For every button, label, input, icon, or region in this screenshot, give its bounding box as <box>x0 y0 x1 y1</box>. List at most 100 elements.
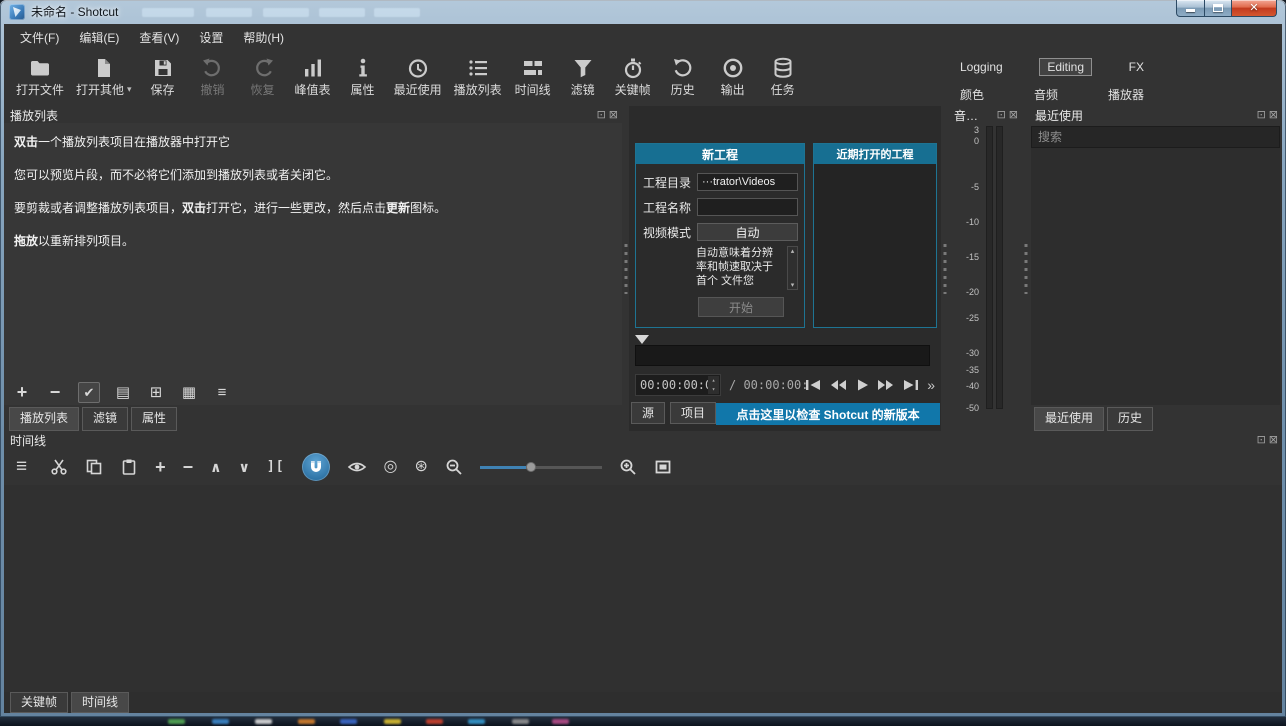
spinner-down-icon[interactable]: ▾ <box>712 386 716 393</box>
skip-previous-button[interactable] <box>804 378 822 392</box>
taskbar-app-icon[interactable] <box>512 719 529 724</box>
timeline-button[interactable]: 时间线 <box>508 53 558 99</box>
save-button[interactable]: 保存 <box>138 53 188 99</box>
tab-history[interactable]: 历史 <box>1107 407 1153 431</box>
playlist-button[interactable]: 播放列表 <box>448 53 508 99</box>
keyframes-button[interactable]: 关键帧 <box>608 53 658 99</box>
menu-settings[interactable]: 设置 <box>189 25 233 50</box>
tab-keyframes[interactable]: 关键帧 <box>10 692 68 712</box>
split-button[interactable]: ][ <box>267 460 285 473</box>
rewind-button[interactable] <box>829 378 847 392</box>
tab-recent[interactable]: 最近使用 <box>1034 407 1104 431</box>
tab-filters[interactable]: 滤镜 <box>82 407 128 431</box>
snap-toggle-button[interactable] <box>302 453 330 481</box>
zoom-fit-button[interactable] <box>654 458 672 476</box>
layout-color-button[interactable]: 颜色 <box>956 84 988 105</box>
menu-file[interactable]: 文件(F) <box>10 25 69 50</box>
menu-view[interactable]: 查看(V) <box>129 25 189 50</box>
undo-button[interactable]: 撤销 <box>188 53 238 99</box>
taskbar-app-icon[interactable] <box>168 719 185 724</box>
peak-meter-button[interactable]: 峰值表 <box>288 53 338 99</box>
timecode-field[interactable]: 00:00:00:00 ▴ ▾ <box>635 374 721 396</box>
zoom-slider[interactable] <box>480 459 602 475</box>
properties-button[interactable]: 属性 <box>338 53 388 99</box>
scroll-up-icon[interactable]: ▴ <box>791 247 795 255</box>
filters-button[interactable]: 滤镜 <box>558 53 608 99</box>
ripple-button[interactable]: ◎ <box>384 459 398 475</box>
os-taskbar[interactable] <box>0 717 1286 726</box>
playlist-remove-button[interactable]: − <box>45 382 65 402</box>
tab-project[interactable]: 项目 <box>670 402 716 424</box>
titlebar[interactable]: 未命名 - Shotcut ✕ <box>0 0 1286 24</box>
timeline-menu-button[interactable]: ≡ <box>16 457 27 476</box>
project-folder-input[interactable]: ···trator\Videos <box>697 173 798 191</box>
layout-fx-button[interactable]: FX <box>1125 58 1148 76</box>
taskbar-app-icon[interactable] <box>298 719 315 724</box>
search-input[interactable] <box>1031 126 1280 148</box>
taskbar-app-icon[interactable] <box>340 719 357 724</box>
close-panel-icon[interactable]: ⊠ <box>1269 435 1278 446</box>
recent-files-list[interactable] <box>1031 148 1280 405</box>
panel-splitter[interactable] <box>941 106 948 431</box>
open-other-button[interactable]: 打开其他▾ <box>70 53 138 99</box>
timeline-ripple-delete-button[interactable]: − <box>183 458 194 476</box>
taskbar-app-icon[interactable] <box>426 719 443 724</box>
tab-playlist[interactable]: 播放列表 <box>9 407 79 431</box>
maximize-button[interactable] <box>1205 0 1232 17</box>
playhead-icon[interactable] <box>635 335 649 344</box>
menu-edit[interactable]: 编辑(E) <box>69 25 129 50</box>
paste-button[interactable] <box>120 458 138 476</box>
view-grid-icon[interactable]: ⊞ <box>146 382 166 402</box>
seek-bar[interactable] <box>635 335 930 366</box>
float-panel-icon[interactable]: ⊡ <box>1257 110 1266 121</box>
timeline-tracks-area[interactable] <box>4 485 1282 692</box>
close-panel-icon[interactable]: ⊠ <box>1269 110 1278 121</box>
timeline-append-button[interactable]: + <box>155 458 166 476</box>
recent-button[interactable]: 最近使用 <box>388 53 448 99</box>
close-button[interactable]: ✕ <box>1232 0 1277 17</box>
view-details-icon[interactable]: ▦ <box>179 382 199 402</box>
transport-overflow-button[interactable]: » <box>927 378 935 392</box>
playlist-add-button[interactable]: + <box>12 382 32 402</box>
menu-help[interactable]: 帮助(H) <box>233 25 294 50</box>
view-list-icon[interactable]: ▤ <box>113 382 133 402</box>
export-button[interactable]: 输出 <box>708 53 758 99</box>
lift-button[interactable]: ∧ <box>210 460 221 474</box>
jobs-button[interactable]: 任务 <box>758 53 808 99</box>
panel-splitter[interactable] <box>1022 106 1029 431</box>
layout-audio-button[interactable]: 音频 <box>1030 84 1062 105</box>
taskbar-app-icon[interactable] <box>468 719 485 724</box>
zoom-out-button[interactable] <box>445 458 463 476</box>
float-panel-icon[interactable]: ⊡ <box>597 110 606 121</box>
float-panel-icon[interactable]: ⊡ <box>1257 435 1266 446</box>
overwrite-button[interactable]: ∨ <box>239 460 250 474</box>
recent-projects-list[interactable] <box>814 164 936 327</box>
playlist-menu-button[interactable]: ≡ <box>212 382 232 402</box>
taskbar-app-icon[interactable] <box>212 719 229 724</box>
fast-forward-button[interactable] <box>877 378 895 392</box>
history-button[interactable]: 历史 <box>658 53 708 99</box>
open-file-button[interactable]: 打开文件 <box>10 53 70 99</box>
playlist-update-button[interactable]: ✔ <box>78 382 100 403</box>
layout-player-button[interactable]: 播放器 <box>1104 84 1148 105</box>
taskbar-app-icon[interactable] <box>552 719 569 724</box>
tab-timeline[interactable]: 时间线 <box>71 692 129 712</box>
play-button[interactable] <box>854 378 870 392</box>
video-mode-button[interactable]: 自动 <box>697 223 798 241</box>
copy-button[interactable] <box>85 458 103 476</box>
scroll-down-icon[interactable]: ▾ <box>791 281 795 289</box>
zoom-in-button[interactable] <box>619 458 637 476</box>
zoom-slider-thumb[interactable] <box>526 462 536 472</box>
layout-editing-button[interactable]: Editing <box>1039 58 1092 76</box>
taskbar-app-icon[interactable] <box>384 719 401 724</box>
layout-logging-button[interactable]: Logging <box>956 58 1007 76</box>
scrub-while-dragging-button[interactable] <box>347 459 367 475</box>
spinner-up-icon[interactable]: ▴ <box>712 377 716 384</box>
minimize-button[interactable] <box>1176 0 1205 17</box>
project-name-input[interactable] <box>697 198 798 216</box>
timecode-spinner[interactable]: ▴ ▾ <box>708 376 719 394</box>
cut-button[interactable] <box>50 458 68 476</box>
ripple-all-tracks-button[interactable]: ⊛ <box>415 459 428 475</box>
close-panel-icon[interactable]: ⊠ <box>609 110 618 121</box>
start-button[interactable]: 开始 <box>698 297 784 317</box>
